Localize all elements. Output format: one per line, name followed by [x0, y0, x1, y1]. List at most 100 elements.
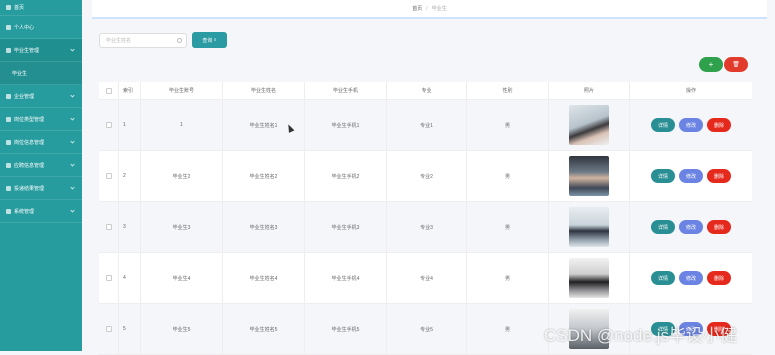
- column-header: 专业: [387, 82, 467, 99]
- sidebar-item-label: 个人中心: [14, 24, 35, 31]
- sidebar-item-company[interactable]: 企业管理: [0, 85, 82, 108]
- graduate-photo[interactable]: [569, 207, 609, 247]
- sidebar-item-label: 首页: [14, 5, 25, 11]
- sidebar-item-home[interactable]: 首页: [0, 0, 82, 16]
- search-input[interactable]: 毕业生姓名: [99, 33, 187, 48]
- delete-button[interactable]: 删除: [707, 220, 731, 234]
- delete-button[interactable]: 删除: [707, 271, 731, 285]
- index-cell: 2: [119, 151, 141, 201]
- column-header: 毕业生手机: [305, 82, 387, 99]
- gender-cell: 男: [467, 304, 549, 354]
- query-button-label: 查询: [202, 37, 213, 44]
- row-checkbox[interactable]: [105, 275, 112, 281]
- major-cell: 专业4: [387, 253, 467, 303]
- job-icon: [6, 139, 11, 145]
- column-header: 索引: [119, 82, 141, 99]
- breadcrumb-separator: /: [426, 5, 428, 12]
- row-checkbox[interactable]: [105, 122, 112, 128]
- add-button[interactable]: +: [699, 57, 723, 72]
- graduate-icon: [6, 47, 11, 53]
- account-cell: 1: [141, 100, 223, 150]
- sidebar-item-job-type[interactable]: 岗位类型管理: [0, 108, 82, 131]
- actions-cell: 详情 修改 删除: [630, 253, 752, 303]
- select-all-checkbox[interactable]: [105, 87, 112, 94]
- account-cell: 毕业生2: [141, 151, 223, 201]
- index-cell: 5: [119, 304, 141, 354]
- sidebar-item-label: 企业管理: [14, 93, 35, 100]
- major-cell: 专业3: [387, 202, 467, 252]
- breadcrumb: 首页 / 毕业生: [92, 0, 767, 19]
- watermark: CSDN @node.js毕设小健: [544, 326, 737, 345]
- sidebar-item-graduate[interactable]: 毕业生: [0, 62, 82, 85]
- sidebar-item-label: 系统管理: [14, 208, 35, 215]
- chevron-down-icon: [70, 185, 75, 190]
- chevron-down-icon: [70, 139, 75, 144]
- edit-button[interactable]: 修改: [679, 118, 703, 132]
- row-checkbox[interactable]: [105, 224, 112, 230]
- edit-button[interactable]: 修改: [679, 169, 703, 183]
- batch-delete-button[interactable]: 🗑: [724, 57, 748, 72]
- delete-button[interactable]: 删除: [707, 169, 731, 183]
- chevron-down-icon: [70, 208, 75, 213]
- trash-icon: 🗑: [732, 62, 740, 68]
- detail-button[interactable]: 详情: [651, 271, 675, 285]
- sidebar-item-system[interactable]: 系统管理: [0, 200, 82, 223]
- sidebar-item-label: 投递结果管理: [14, 185, 45, 192]
- graduate-photo[interactable]: [569, 156, 609, 196]
- row-select-cell: [99, 202, 119, 252]
- table-row: 2 毕业生2 毕业生姓名2 毕业生手机2 专业2 男 详情 修改 删除: [99, 151, 752, 202]
- delete-button[interactable]: 删除: [707, 118, 731, 132]
- gender-cell: 男: [467, 253, 549, 303]
- sidebar-item-graduate-management[interactable]: 毕业生管理: [0, 39, 82, 62]
- detail-button[interactable]: 详情: [651, 118, 675, 132]
- account-cell: 毕业生3: [141, 202, 223, 252]
- chevron-down-icon: [70, 93, 75, 98]
- column-header: 照片: [549, 82, 630, 99]
- edit-button[interactable]: 修改: [679, 220, 703, 234]
- user-icon: [6, 24, 11, 30]
- photo-cell: [549, 151, 630, 201]
- graduate-photo[interactable]: [569, 258, 609, 298]
- detail-button[interactable]: 详情: [651, 220, 675, 234]
- breadcrumb-current: 毕业生: [431, 6, 447, 12]
- table-row: 3 毕业生3 毕业生姓名3 毕业生手机3 专业3 男 详情 修改 删除: [99, 202, 752, 253]
- major-cell: 专业5: [387, 304, 467, 354]
- index-cell: 3: [119, 202, 141, 252]
- name-cell: 毕业生姓名2: [223, 151, 305, 201]
- major-cell: 专业2: [387, 151, 467, 201]
- graduate-photo[interactable]: [569, 105, 609, 145]
- chevron-down-icon: [70, 116, 75, 121]
- column-header: 毕业生账号: [141, 82, 223, 99]
- sidebar-item-profile[interactable]: 个人中心: [0, 16, 82, 39]
- system-icon: [6, 208, 11, 214]
- actions-cell: 详情 修改 删除: [630, 100, 752, 150]
- sidebar-item-job-info[interactable]: 岗位信息管理: [0, 131, 82, 154]
- row-select-cell: [99, 304, 119, 354]
- sidebar-item-label: 毕业生: [12, 70, 28, 77]
- name-cell: 毕业生姓名1: [223, 100, 305, 150]
- photo-cell: [549, 253, 630, 303]
- edit-button[interactable]: 修改: [679, 271, 703, 285]
- phone-cell: 毕业生手机3: [305, 202, 387, 252]
- sidebar-item-application[interactable]: 应聘信息管理: [0, 154, 82, 177]
- sidebar-item-label: 毕业生管理: [14, 47, 40, 54]
- name-cell: 毕业生姓名4: [223, 253, 305, 303]
- phone-cell: 毕业生手机5: [305, 304, 387, 354]
- query-button[interactable]: 查询 ⌕: [192, 32, 227, 48]
- category-icon: [6, 116, 11, 122]
- sidebar-item-delivery-result[interactable]: 投递结果管理: [0, 177, 82, 200]
- breadcrumb-home[interactable]: 首页: [412, 5, 422, 12]
- detail-button[interactable]: 详情: [651, 169, 675, 183]
- gender-cell: 男: [467, 202, 549, 252]
- sidebar: 首页 个人中心 毕业生管理 毕业生 企业管理 岗位类型管理 岗位信息管理 应聘信…: [0, 0, 82, 351]
- name-cell: 毕业生姓名5: [223, 304, 305, 354]
- row-checkbox[interactable]: [105, 326, 112, 332]
- table-row: 4 毕业生4 毕业生姓名4 毕业生手机4 专业4 男 详情 修改 删除: [99, 253, 752, 304]
- column-header: 操作: [685, 88, 696, 94]
- phone-cell: 毕业生手机2: [305, 151, 387, 201]
- sidebar-item-label: 岗位信息管理: [14, 139, 45, 146]
- major-cell: 专业1: [387, 100, 467, 150]
- search-icon: [177, 38, 182, 43]
- chevron-down-icon: [70, 162, 75, 167]
- row-checkbox[interactable]: [105, 173, 112, 179]
